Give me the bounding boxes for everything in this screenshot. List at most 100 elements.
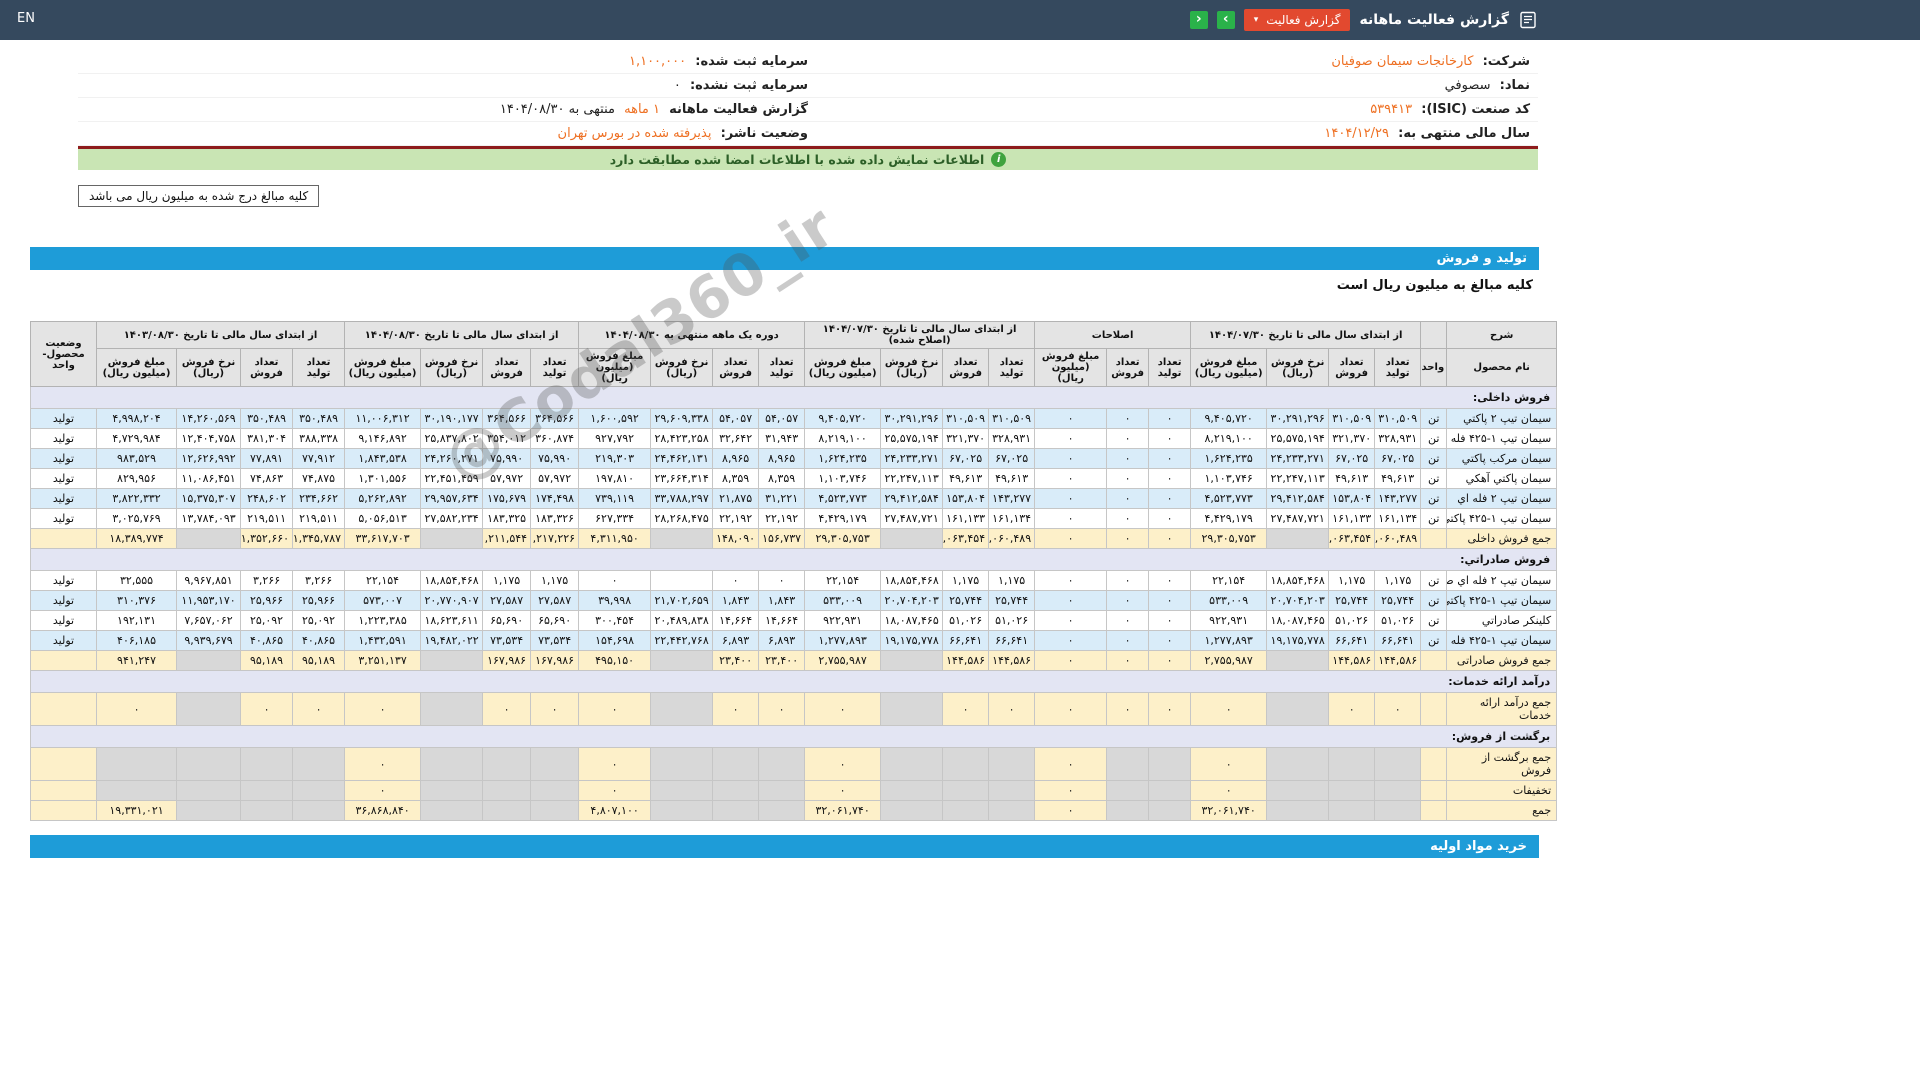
value-cell: ۹۲۷,۷۹۲ — [578, 428, 652, 449]
value-cell: ۱,۱۷۵ — [942, 570, 990, 591]
value-cell: ۳۲۸,۹۳۱ — [1374, 428, 1422, 449]
value-cell: ۲۳,۶۶۴,۳۱۴ — [650, 468, 714, 489]
value-cell: ۲۲,۱۵۴ — [344, 570, 422, 591]
status-cell — [30, 650, 97, 671]
value-cell: ۱۸,۸۵۴,۴۶۸ — [880, 570, 944, 591]
value-cell: ۳۶۴,۵۶۶ — [530, 408, 580, 429]
status-cell: تولید — [30, 408, 97, 429]
period-group-header-4: از ابتدای سال مالی تا تاریخ ۱۴۰۴/۰۸/۳۰ — [344, 321, 580, 349]
column-header: مبلغ فروش (میلیون ریال) — [1190, 348, 1268, 387]
value-cell: ۸,۲۱۹,۱۰۰ — [1190, 428, 1268, 449]
value-cell — [988, 747, 1036, 781]
value-cell: ۴,۳۱۱,۹۵۰ — [578, 528, 652, 549]
value-cell: ۱۷۵,۶۷۹ — [482, 488, 532, 509]
value-cell — [880, 528, 944, 549]
value-cell: ۱۸۳,۳۲۵ — [482, 508, 532, 529]
value-cell: ۰ — [240, 692, 294, 726]
value-cell: ۱۸,۸۵۴,۴۶۸ — [420, 570, 484, 591]
value-cell — [650, 692, 714, 726]
value-cell: ۱۴,۶۶۴ — [712, 610, 760, 631]
value-cell: ۱۴۴,۵۸۶ — [942, 650, 990, 671]
topbar-right-cluster: گزارش فعالیت ماهانه گزارش فعالیت ▾ › ‹ — [1189, 0, 1538, 40]
value-cell: ۰ — [578, 692, 652, 726]
unit-cell: تن — [1420, 590, 1448, 611]
value-cell: ۵,۲۶۲,۸۹۲ — [344, 488, 422, 509]
period-group-header-2: از ابتدای سال مالی تا تاریخ ۱۴۰۴/۰۷/۳۰ (… — [804, 321, 1036, 349]
value-cell: ۴۰,۸۶۵ — [240, 630, 294, 651]
value-cell: ۰ — [1034, 610, 1108, 631]
section-label: برگشت از فروش: — [29, 725, 1558, 748]
value-cell: ۱۸۳,۳۲۶ — [530, 508, 580, 529]
status-cell: تولید — [30, 488, 97, 509]
product-name-cell: جمع برگشت از فروش — [1446, 747, 1558, 781]
value-cell: ۰ — [1034, 590, 1108, 611]
value-cell — [1148, 780, 1192, 801]
value-cell: ۲۴,۴۶۲,۱۳۱ — [650, 448, 714, 469]
value-cell: ۴۹,۶۱۳ — [1328, 468, 1376, 489]
status-cell — [30, 747, 97, 781]
value-cell: ۳۶۴,۵۶۶ — [482, 408, 532, 429]
nav-prev-button[interactable]: ‹ — [1189, 11, 1208, 29]
production-table-body: فروش داخلی: سیمان تیپ ۲ پاکتي تن ۳۱۰,۵۰۹ ۳۱۰… — [29, 386, 1558, 821]
product-row: سیمان تیپ ۲ فله اي صادراتيتن۱,۱۷۵۱,۱۷۵۱۸… — [30, 570, 1558, 591]
value-cell: ۱۴۴,۵۸۶ — [1328, 650, 1376, 671]
unit-cell: تن — [1420, 428, 1448, 449]
value-cell: ۱۴,۲۶۰,۵۶۹ — [176, 408, 242, 429]
value-cell: ۱۴,۶۶۴ — [758, 610, 806, 631]
section-row: درآمد ارائه خدمات: — [29, 670, 1558, 693]
value-cell: ۹,۴۰۵,۷۲۰ — [804, 408, 882, 429]
value-cell: ۵۱,۰۲۶ — [988, 610, 1036, 631]
value-cell: ۱,۳۴۵,۷۸۷ — [292, 528, 346, 549]
value-cell: ۹۴۱,۲۴۷ — [95, 650, 178, 671]
value-cell: ۰ — [1148, 508, 1192, 529]
nav-next-button[interactable]: › — [1216, 11, 1235, 29]
value-cell: ۴۹۵,۱۵۰ — [578, 650, 652, 671]
value-cell — [712, 747, 760, 781]
value-cell — [758, 800, 806, 821]
value-cell: ۱۸,۳۸۹,۷۷۴ — [95, 528, 178, 549]
report-type-button[interactable]: گزارش فعالیت ▾ — [1243, 9, 1351, 31]
status-cell — [30, 780, 97, 801]
section-row: فروش داخلی: — [29, 386, 1558, 409]
value-cell — [1106, 780, 1150, 801]
value-cell — [988, 800, 1036, 821]
value-cell: ۳۶۰,۸۷۴ — [530, 428, 580, 449]
language-toggle[interactable]: EN — [17, 11, 35, 26]
status-cell — [30, 800, 97, 821]
value-cell: ۱۶۱,۱۳۳ — [1328, 508, 1376, 529]
value-cell — [176, 780, 242, 801]
info-circle-icon: i — [991, 152, 1007, 167]
column-header: تعداد فروش — [240, 348, 294, 387]
value-cell: ۳۲,۰۶۱,۷۴۰ — [1190, 800, 1268, 821]
value-cell: ۳,۰۲۵,۷۶۹ — [95, 508, 178, 529]
value-cell: ۲۸,۴۲۳,۲۵۸ — [650, 428, 714, 449]
section-row: برگشت از فروش: — [29, 725, 1558, 748]
period-group-header-3: دوره یک ماهه منتهی به ۱۴۰۴/۰۸/۳۰ — [578, 321, 806, 349]
value-cell: ۲۵,۹۶۶ — [240, 590, 294, 611]
value-cell: ۹۲۲,۹۳۱ — [1190, 610, 1268, 631]
unregistered-capital-label: سرمایه ثبت نشده: — [689, 78, 808, 93]
status-cell: تولید — [30, 508, 97, 529]
report-type-label: گزارش فعالیت — [1266, 13, 1341, 27]
product-row: سیمان پاکتي آهکي تن ۴۹,۶۱۳ ۴۹,۶۱۳ ۲۲,۲۴۷,۱۱۳… — [30, 468, 1558, 489]
value-cell: ۱,۰۶۳,۴۵۴ — [1328, 528, 1376, 549]
unit-cell — [1420, 692, 1448, 726]
value-cell: ۵۱,۰۲۶ — [1374, 610, 1422, 631]
value-cell: ۰ — [1106, 630, 1150, 651]
product-name-cell: جمع — [1446, 800, 1558, 821]
column-header: نرخ فروش (ریال) — [176, 348, 242, 387]
total-row: جمع برگشت از فروش ۰ ۰ ۰ ۰ ۰ — [30, 747, 1558, 781]
value-cell: ۵۴,۰۵۷ — [758, 408, 806, 429]
company-value[interactable]: کارخانجات سیمان صوفیان — [1331, 54, 1473, 69]
value-cell: ۰ — [1148, 528, 1192, 549]
value-cell — [988, 780, 1036, 801]
value-cell: ۳۲,۶۴۲ — [712, 428, 760, 449]
value-cell: ۱۶۱,۱۳۴ — [1374, 508, 1422, 529]
value-cell: ۳۸۱,۳۰۴ — [240, 428, 294, 449]
publisher-status-value: پذیرفته شده در بورس تهران — [557, 126, 712, 141]
value-cell: ۴۰,۸۶۵ — [292, 630, 346, 651]
value-cell — [650, 780, 714, 801]
value-cell: ۲۵,۰۹۲ — [292, 610, 346, 631]
value-cell: ۸,۳۵۹ — [758, 468, 806, 489]
value-cell: ۲,۷۵۵,۹۸۷ — [804, 650, 882, 671]
